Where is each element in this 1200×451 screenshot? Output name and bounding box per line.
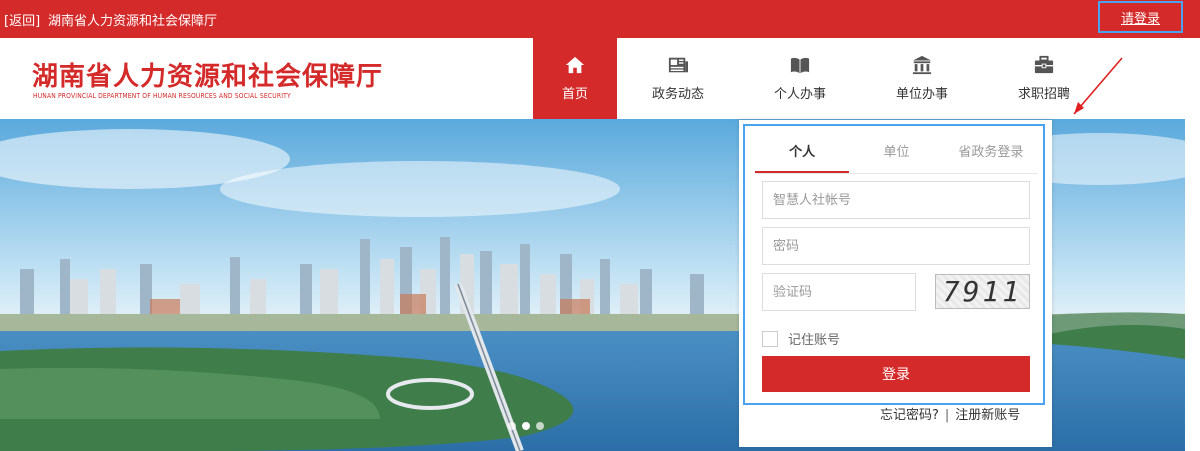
home-icon <box>565 56 585 74</box>
nav-label: 政务动态 <box>651 87 704 102</box>
login-link-highlight: 请登录 <box>1098 1 1183 33</box>
login-link[interactable]: 请登录 <box>1121 8 1160 27</box>
login-panel: 个人 单位 省政务登录 7911 记住账号 登录 <box>743 124 1045 405</box>
main-nav: 首页 政务动态 个人办事 单位办事 求职招聘 <box>533 38 1105 119</box>
tab-province-gov[interactable]: 省政务登录 <box>944 134 1038 173</box>
site-logo-subtitle: HUNAN PROVINCIAL DEPARTMENT OF HUMAN RES… <box>33 92 291 100</box>
account-links: 忘记密码? | 注册新账号 <box>880 404 1020 423</box>
carousel-dot[interactable] <box>536 422 544 430</box>
remember-account: 记住账号 <box>762 329 840 348</box>
news-icon <box>668 57 688 73</box>
carousel-dot[interactable] <box>508 422 516 430</box>
nav-item-organization[interactable]: 单位办事 <box>861 38 983 119</box>
forgot-password-link[interactable]: 忘记密码? <box>880 408 939 423</box>
annotation-arrow <box>1073 57 1123 115</box>
link-separator: | <box>944 408 950 423</box>
remember-checkbox[interactable] <box>762 330 778 347</box>
carousel-dots <box>508 422 550 430</box>
captcha-input[interactable] <box>762 273 916 311</box>
nav-item-news[interactable]: 政务动态 <box>617 38 739 119</box>
tab-personal[interactable]: 个人 <box>755 134 850 173</box>
remember-label[interactable]: 记住账号 <box>788 329 840 348</box>
account-input[interactable] <box>762 181 1030 219</box>
briefcase-icon <box>1034 55 1054 74</box>
top-bar: [返回] 湖南省人力资源和社会保障厅 请登录 <box>0 0 1200 38</box>
nav-label: 单位办事 <box>895 87 948 102</box>
carousel-dot[interactable] <box>522 422 530 430</box>
nav-item-home[interactable]: 首页 <box>533 38 617 119</box>
book-icon <box>790 57 810 74</box>
captcha-image[interactable]: 7911 <box>935 274 1030 309</box>
nav-label: 个人办事 <box>773 87 826 102</box>
nav-label: 首页 <box>561 87 588 102</box>
nav-label: 求职招聘 <box>1017 87 1070 102</box>
register-link[interactable]: 注册新账号 <box>955 408 1020 423</box>
institution-icon <box>912 55 932 75</box>
login-button[interactable]: 登录 <box>762 356 1030 392</box>
password-input[interactable] <box>762 227 1030 265</box>
nav-item-personal[interactable]: 个人办事 <box>739 38 861 119</box>
login-tabs: 个人 单位 省政务登录 <box>755 134 1038 174</box>
tab-organization[interactable]: 单位 <box>849 134 943 173</box>
site-logo-title[interactable]: 湖南省人力资源和社会保障厅 <box>32 56 383 93</box>
header: 湖南省人力资源和社会保障厅 HUNAN PROVINCIAL DEPARTMEN… <box>0 38 1200 119</box>
top-site-title: 湖南省人力资源和社会保障厅 <box>48 14 218 29</box>
back-link[interactable]: [返回] <box>4 10 40 29</box>
